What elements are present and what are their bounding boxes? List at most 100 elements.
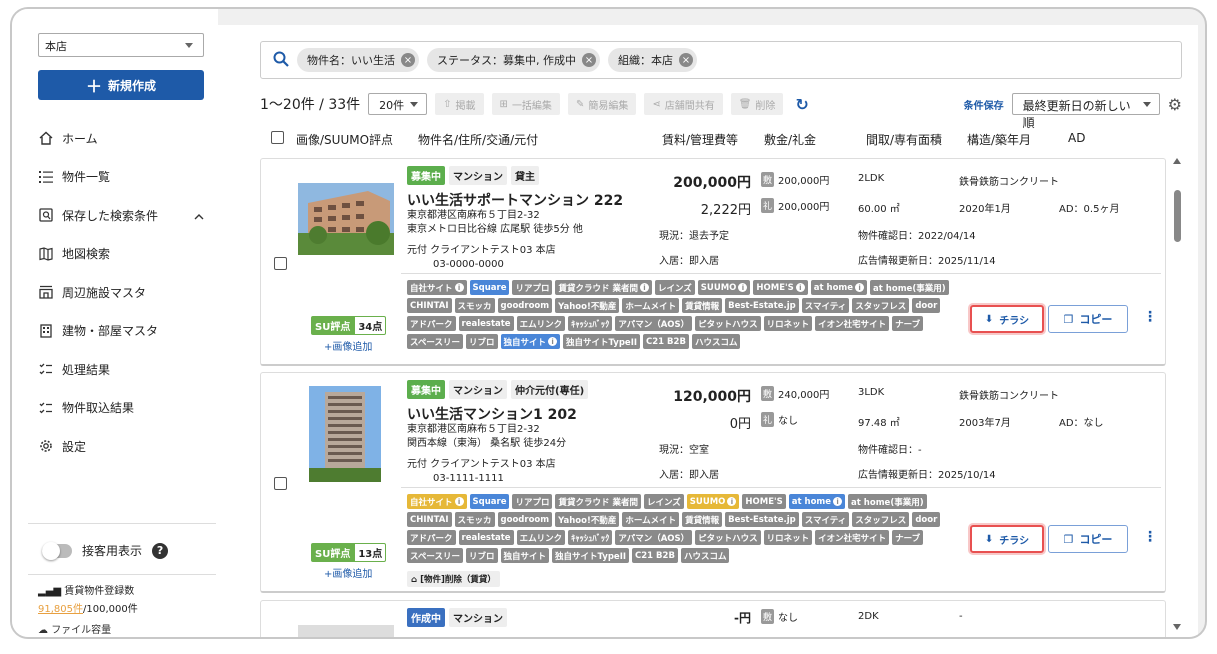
- info-icon[interactable]: i: [639, 283, 649, 292]
- info-icon[interactable]: i: [548, 337, 558, 346]
- close-icon[interactable]: ×: [401, 53, 415, 67]
- property-card[interactable]: SU評点 34点 +画像追加 募集中 マンション 貸主 いい生活サポートマンション…: [260, 158, 1166, 366]
- property-name[interactable]: いい生活サポートマンション 222: [407, 190, 623, 210]
- sidebar-item-saved-search[interactable]: 保存した検索条件: [38, 196, 208, 235]
- store-select[interactable]: 本店: [38, 33, 204, 57]
- info-icon[interactable]: i: [833, 497, 843, 506]
- help-icon[interactable]: ?: [152, 542, 169, 559]
- publish-button[interactable]: ⇧ 掲載: [435, 93, 484, 115]
- select-all-checkbox[interactable]: [271, 131, 284, 144]
- close-icon[interactable]: ×: [679, 53, 693, 67]
- copy-button[interactable]: ❐ コピー: [1048, 525, 1128, 553]
- info-icon[interactable]: i: [454, 283, 464, 292]
- info-icon[interactable]: i: [727, 497, 737, 506]
- filter-chip[interactable]: 組織：本店 ×: [608, 48, 697, 72]
- layout-value: 2LDK: [858, 173, 885, 184]
- portal-tag-label: ハウスコム: [683, 551, 727, 562]
- portal-tag: エムリンク: [516, 530, 566, 545]
- search-icon[interactable]: [273, 51, 289, 70]
- flyer-button[interactable]: ⬇ チラシ: [970, 525, 1044, 553]
- new-create-button[interactable]: ＋ 新規作成: [38, 70, 204, 100]
- key-money-value: なし: [778, 416, 799, 427]
- col-ad: AD: [1068, 131, 1086, 145]
- portal-tag: スモッカ: [454, 512, 495, 527]
- property-name[interactable]: いい生活マンション1 202: [407, 404, 577, 424]
- ad-value: AD：0.5ヶ月: [1059, 204, 1120, 215]
- publish-label: 掲載: [455, 100, 476, 112]
- portal-tag-label: Square: [472, 496, 507, 507]
- portal-tag-label: リアプロ: [515, 497, 550, 508]
- share-button[interactable]: ⋖ 店舗間共有: [644, 93, 723, 115]
- refresh-icon[interactable]: ↻: [795, 95, 808, 114]
- sidebar-item-import-results[interactable]: 物件取込結果: [38, 389, 208, 428]
- portal-tag: ピタットハウス: [695, 530, 761, 545]
- row-checkbox[interactable]: [274, 477, 287, 490]
- sidebar-item-settings[interactable]: 設定: [38, 427, 208, 466]
- portal-tag: ナーブ: [892, 530, 924, 545]
- portal-tag-label: HOME'S: [756, 282, 794, 293]
- sidebar-item-facility-master[interactable]: 周辺施設マスタ: [38, 273, 208, 312]
- sidebar-item-property-list[interactable]: 物件一覧: [38, 158, 208, 197]
- scroll-up-icon[interactable]: [1173, 158, 1181, 164]
- chevron-up-icon[interactable]: [194, 209, 204, 223]
- phone: 03-1111-1111: [433, 473, 504, 484]
- save-condition-link[interactable]: 条件保存: [964, 97, 1004, 112]
- list-scrollbar[interactable]: [1170, 158, 1184, 637]
- filter-chip[interactable]: 物件名：いい生活 ×: [297, 48, 419, 72]
- col-layout: 間取/専有面積: [866, 133, 943, 147]
- portal-tag-label: C21 B2B: [646, 336, 686, 347]
- col-rent: 賃料/管理費等: [662, 133, 739, 147]
- property-photo[interactable]: [298, 183, 394, 255]
- bulk-edit-button[interactable]: ⊞ 一括編集: [491, 93, 560, 115]
- divider: [401, 273, 1161, 274]
- info-icon[interactable]: i: [795, 283, 805, 292]
- add-image-link[interactable]: +画像追加: [324, 565, 372, 580]
- per-page-select[interactable]: 20件: [368, 93, 428, 115]
- gear-icon[interactable]: ⚙: [1168, 95, 1182, 114]
- customer-view-toggle[interactable]: [42, 541, 72, 560]
- portal-tag-label: スペースリー: [410, 337, 460, 348]
- current-status: 現況：退去予定: [659, 231, 729, 242]
- built-value: 2020年1月: [959, 204, 1011, 215]
- building-icon: [38, 323, 54, 339]
- add-image-link[interactable]: +画像追加: [324, 338, 372, 353]
- sidebar-item-process-results[interactable]: 処理結果: [38, 350, 208, 389]
- filter-chip[interactable]: ステータス：募集中, 作成中 ×: [427, 48, 600, 72]
- motozuke-block: 元付 クライアントテスト03 本店 03-0000-0000: [407, 244, 556, 272]
- info-icon[interactable]: i: [454, 497, 464, 506]
- quick-edit-button[interactable]: ✎ 簡易編集: [567, 93, 637, 115]
- su-score: SU評点 34点: [311, 316, 387, 335]
- result-range: 1〜20件 / 33件: [260, 97, 361, 113]
- scroll-down-icon[interactable]: [1173, 624, 1181, 630]
- more-icon[interactable]: ⋮: [1143, 309, 1157, 325]
- scroll-thumb[interactable]: [1174, 190, 1181, 242]
- property-card[interactable]: 作成中 マンション -円 敷なし 2DK -: [260, 600, 1166, 637]
- deposit-cell: 敷 240,000円: [761, 386, 829, 401]
- portal-tag: Square: [469, 280, 510, 295]
- portal-tag-label: 賃貸クラウド 業者間: [558, 497, 638, 508]
- search-bar[interactable]: 物件名：いい生活 × ステータス：募集中, 作成中 × 組織：本店 ×: [260, 41, 1182, 79]
- row-checkbox[interactable]: [274, 257, 287, 270]
- sort-select[interactable]: 最終更新日の新しい順: [1011, 93, 1160, 130]
- move-in: 入居：即入居: [659, 470, 719, 481]
- portal-tag-label: リロネット: [766, 319, 810, 330]
- more-icon[interactable]: ⋮: [1143, 529, 1157, 545]
- info-icon[interactable]: i: [738, 283, 748, 292]
- copy-button[interactable]: ❐ コピー: [1048, 305, 1128, 333]
- delete-button[interactable]: 🗑 削除: [730, 93, 784, 115]
- portal-tag-label: Best-Estate.jp: [728, 300, 796, 311]
- close-icon[interactable]: ×: [582, 53, 596, 67]
- info-icon[interactable]: i: [855, 283, 865, 292]
- portal-tag-label: at home: [791, 496, 832, 507]
- sidebar-item-map-search[interactable]: 地図検索: [38, 235, 208, 274]
- sidebar-item-label: 保存した検索条件: [62, 208, 159, 223]
- flyer-button[interactable]: ⬇ チラシ: [970, 305, 1044, 333]
- bulk-edit-icon: ⊞: [499, 98, 508, 110]
- property-photo[interactable]: [309, 386, 381, 482]
- property-card[interactable]: SU評点 13点 +画像追加 募集中 マンション 仲介元付(専任) いい生活マンシ…: [260, 372, 1166, 593]
- portal-tag: at home i: [810, 280, 868, 295]
- sidebar-item-building-master[interactable]: 建物・部屋マスタ: [38, 312, 208, 351]
- count-value[interactable]: 91,805件: [38, 604, 83, 615]
- badge-row: 募集中 マンション 貸主: [407, 166, 539, 185]
- sidebar-item-home[interactable]: ホーム: [38, 119, 208, 158]
